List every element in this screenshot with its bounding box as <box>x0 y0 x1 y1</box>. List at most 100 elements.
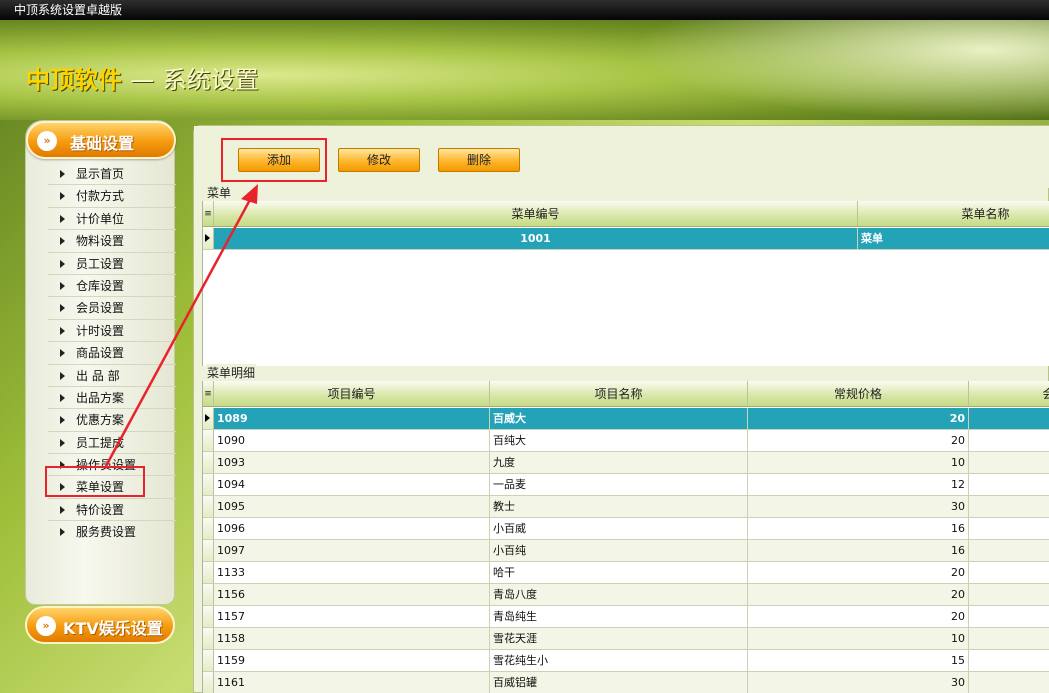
edit-button[interactable]: 修改 <box>338 148 420 172</box>
cell-price: 20 <box>748 562 969 584</box>
cell-code: 1157 <box>214 606 490 628</box>
cell-price: 15 <box>748 650 969 672</box>
cell-name: 小百纯 <box>490 540 748 562</box>
window-titlebar: 中顶系统设置卓越版 <box>0 0 1049 20</box>
table-row[interactable]: 1157 青岛纯生 20 <box>203 606 1049 628</box>
cell-name: 百纯大 <box>490 430 748 452</box>
detail-grid: ≡ 项目编号 项目名称 常规价格 会 1089百威大201090百纯大20109… <box>202 381 1049 693</box>
sidebar-item[interactable]: 商品设置 <box>48 342 176 365</box>
row-indicator <box>203 430 214 451</box>
cell-code: 1161 <box>214 672 490 693</box>
row-indicator <box>203 228 214 249</box>
table-row[interactable]: 1095 教士 30 <box>203 496 1049 518</box>
sidebar-section-basic-settings[interactable]: » 基础设置 <box>26 121 176 159</box>
row-indicator <box>203 540 214 561</box>
sidebar-item[interactable]: 付款方式 <box>48 185 176 208</box>
row-indicator <box>203 650 214 671</box>
table-row[interactable]: 1096 小百威 16 <box>203 518 1049 540</box>
cell-price: 16 <box>748 540 969 562</box>
sidebar-item[interactable]: 优惠方案 <box>48 409 176 432</box>
cell-name: 九度 <box>490 452 748 474</box>
cell-name: 雪花天涯 <box>490 628 748 650</box>
cell-code: 1090 <box>214 430 490 452</box>
cell-price: 10 <box>748 452 969 474</box>
column-header[interactable]: 常规价格 <box>748 381 969 406</box>
cell-code: 1089 <box>214 408 490 430</box>
cell-name: 哈干 <box>490 562 748 584</box>
double-arrow-icon: » <box>37 131 57 151</box>
column-header[interactable]: 菜单名称 <box>858 201 1049 226</box>
cell-code: 1156 <box>214 584 490 606</box>
row-indicator <box>203 562 214 583</box>
row-indicator <box>203 452 214 473</box>
sidebar-item[interactable]: 计时设置 <box>48 320 176 343</box>
cell-price: 20 <box>748 606 969 628</box>
delete-button[interactable]: 删除 <box>438 148 520 172</box>
table-row[interactable]: 1159 雪花纯生小 15 <box>203 650 1049 672</box>
annotation-box-menu-settings <box>45 466 145 497</box>
row-indicator <box>203 628 214 649</box>
column-menu-icon[interactable]: ≡ <box>203 201 214 226</box>
cell-extra <box>969 408 1049 430</box>
row-indicator <box>203 672 214 693</box>
sidebar-item[interactable]: 会员设置 <box>48 297 176 320</box>
cell-extra <box>969 562 1049 584</box>
column-header[interactable]: 菜单编号 <box>214 201 858 226</box>
table-row[interactable]: 1097 小百纯 16 <box>203 540 1049 562</box>
sidebar-item[interactable]: 出 品 部 <box>48 365 176 387</box>
table-row[interactable]: 1093 九度 10 <box>203 452 1049 474</box>
title-dash: — <box>130 66 155 94</box>
annotation-box-add <box>221 138 327 182</box>
cell-name: 青岛八度 <box>490 584 748 606</box>
row-indicator <box>203 584 214 605</box>
table-row[interactable]: 1090 百纯大 20 <box>203 430 1049 452</box>
sidebar-item[interactable]: 员工提成 <box>48 432 176 455</box>
sidebar-item[interactable]: 特价设置 <box>48 499 176 522</box>
table-row[interactable]: 1133 哈干 20 <box>203 562 1049 584</box>
sidebar-item[interactable]: 仓库设置 <box>48 275 176 298</box>
menu-grid: ≡ 菜单编号 菜单名称 1001 菜单 <box>202 201 1049 366</box>
table-row[interactable]: 1089 百威大 20 <box>203 408 1049 430</box>
sidebar-item[interactable]: 服务费设置 <box>48 521 176 543</box>
cell-name: 百威大 <box>490 408 748 430</box>
row-indicator <box>203 606 214 627</box>
table-row[interactable]: 1158 雪花天涯 10 <box>203 628 1049 650</box>
table-row[interactable]: 1161 百威铝罐 30 <box>203 672 1049 693</box>
sidebar-item[interactable]: 员工设置 <box>48 253 176 275</box>
column-menu-icon[interactable]: ≡ <box>203 381 214 406</box>
sidebar-section-label: KTV娱乐设置 <box>63 619 163 638</box>
menu-grid-header: ≡ 菜单编号 菜单名称 <box>203 201 1049 227</box>
cell-code: 1097 <box>214 540 490 562</box>
cell-name: 一品麦 <box>490 474 748 496</box>
table-row[interactable]: 1094 一品麦 12 <box>203 474 1049 496</box>
cell-code: 1133 <box>214 562 490 584</box>
sidebar-section-ktv-settings[interactable]: » KTV娱乐设置 <box>25 606 175 644</box>
sidebar-item[interactable]: 出品方案 <box>48 387 176 410</box>
cell-price: 12 <box>748 474 969 496</box>
detail-grid-header: ≡ 项目编号 项目名称 常规价格 会 <box>203 381 1049 407</box>
main-panel: 添加 修改 删除 菜单 ≡ 菜单编号 菜单名称 1001 菜单 菜单明细 ≡ 项… <box>193 125 1049 693</box>
table-row[interactable]: 1156 青岛八度 20 <box>203 584 1049 606</box>
row-indicator <box>203 496 214 517</box>
cell-extra <box>969 452 1049 474</box>
column-header[interactable]: 项目编号 <box>214 381 490 406</box>
column-header[interactable]: 项目名称 <box>490 381 748 406</box>
menu-group-label: 菜单 <box>206 184 233 201</box>
sidebar-item[interactable]: 显示首页 <box>48 163 176 186</box>
detail-group-label: 菜单明细 <box>206 364 257 381</box>
cell-extra <box>969 540 1049 562</box>
cell-price: 20 <box>748 584 969 606</box>
cell-price: 30 <box>748 672 969 693</box>
window-title: 中顶系统设置卓越版 <box>14 3 123 17</box>
cell-extra <box>969 650 1049 672</box>
cell-name: 菜单 <box>858 228 1049 250</box>
cell-name: 教士 <box>490 496 748 518</box>
cell-extra <box>969 518 1049 540</box>
table-row[interactable]: 1001 菜单 <box>203 228 1049 250</box>
cell-extra <box>969 606 1049 628</box>
cell-extra <box>969 430 1049 452</box>
row-indicator <box>203 474 214 495</box>
sidebar-item[interactable]: 计价单位 <box>48 208 176 231</box>
sidebar-item[interactable]: 物料设置 <box>48 230 176 253</box>
column-header[interactable]: 会 <box>969 381 1049 406</box>
